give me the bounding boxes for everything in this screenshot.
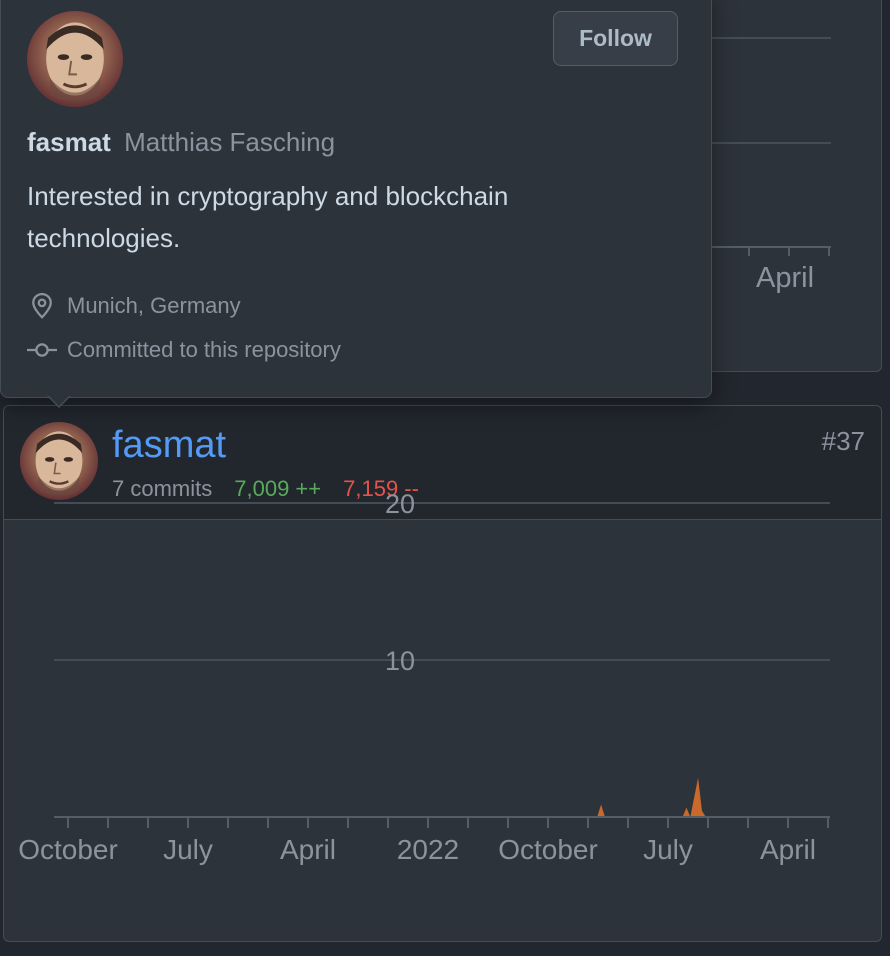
x-tick-label: October	[498, 834, 598, 865]
user-hovercard: Follow fasmat Matthias Fasching Interest…	[0, 0, 712, 398]
background-gridline	[710, 37, 831, 39]
hovercard-full-name: Matthias Fasching	[124, 127, 336, 157]
y-tick-label: 10	[385, 646, 415, 676]
background-x-tick-label: April	[756, 262, 815, 294]
hovercard-relation: Committed to this repository	[27, 335, 341, 365]
contributor-card: fasmat 7 commits 7,009 ++ 7,159 -- #37 10 2…	[3, 405, 882, 942]
follow-button[interactable]: Follow	[553, 11, 678, 66]
x-tick-label: April	[760, 834, 816, 865]
background-contributor-card	[690, 0, 882, 372]
hovercard-name-row: fasmat Matthias Fasching	[27, 127, 335, 158]
background-tick	[748, 246, 750, 256]
background-x-axis	[710, 246, 831, 248]
x-tick-label: October	[18, 834, 118, 865]
background-tick	[828, 246, 830, 256]
x-tick-label: July	[163, 834, 213, 865]
hovercard-login[interactable]: fasmat	[27, 127, 111, 157]
x-tick-label: 2022	[397, 834, 459, 865]
commit-icon	[27, 343, 57, 357]
contributor-activity-chart: 10 20 October July April 2022 October July Apri…	[18, 489, 830, 865]
hovercard-caret-inner	[48, 395, 70, 406]
hovercard-avatar[interactable]	[27, 11, 123, 107]
location-pin-icon	[32, 292, 52, 319]
hovercard-location: Munich, Germany	[27, 291, 241, 321]
activity-area	[597, 777, 706, 817]
y-tick-label: 20	[385, 489, 415, 519]
relation-text: Committed to this repository	[67, 337, 341, 362]
x-tick-label: April	[280, 834, 336, 865]
x-tick-label: July	[643, 834, 693, 865]
background-tick	[788, 246, 790, 256]
location-text: Munich, Germany	[67, 293, 241, 318]
hovercard-bio: Interested in cryptography and blockchai…	[27, 181, 509, 253]
background-gridline	[710, 142, 831, 144]
